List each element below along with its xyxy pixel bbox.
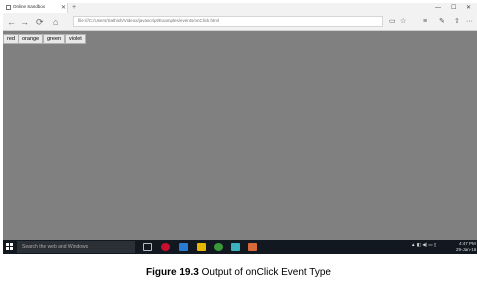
hub-icon[interactable]: ≡	[423, 17, 427, 27]
app-icon[interactable]	[248, 243, 257, 251]
window-close-button[interactable]: ✕	[466, 3, 471, 13]
search-placeholder: Search the web and Windows	[22, 244, 89, 250]
page-content: red orange green violet	[3, 31, 477, 240]
figure-label: Figure 19.3	[146, 267, 199, 278]
tab-online-sandbox[interactable]: Online Sandbox ✕	[3, 3, 68, 13]
home-icon[interactable]: ⌂	[53, 16, 58, 28]
edge-browser-icon[interactable]	[179, 243, 188, 251]
tray-time[interactable]: 4:47 PM	[459, 241, 476, 246]
page-icon	[6, 5, 11, 10]
back-arrow-icon[interactable]: ←	[7, 16, 16, 28]
figure-caption-text: Output of onClick Event Type	[198, 267, 331, 278]
taskbar-search-box[interactable]: Search the web and Windows	[17, 241, 135, 253]
address-bar[interactable]: file:///C:/Users/Sathish/Videos/javascri…	[73, 16, 383, 27]
more-icon[interactable]: ···	[466, 17, 473, 27]
system-tray-icons[interactable]: ▲ ◧ ◀) ▭ ▯	[411, 242, 436, 248]
share-icon[interactable]: ⇧	[454, 17, 460, 27]
favorite-star-icon[interactable]: ☆	[400, 17, 406, 27]
tab-title: Online Sandbox	[13, 4, 46, 9]
green-button[interactable]: green	[43, 34, 66, 44]
address-url: file:///C:/Users/Sathish/Videos/javascri…	[78, 18, 219, 23]
web-note-icon[interactable]: ✎	[439, 17, 445, 27]
minimize-button[interactable]: —	[435, 3, 441, 13]
maximize-button[interactable]: ☐	[451, 3, 456, 13]
figure-caption: Figure 19.3 Output of onClick Event Type	[0, 267, 477, 278]
close-icon[interactable]: ✕	[61, 3, 66, 13]
task-view-icon[interactable]	[143, 243, 152, 251]
opera-browser-icon[interactable]	[161, 243, 170, 251]
navigation-bar: ← → ⟳ ⌂ file:///C:/Users/Sathish/Videos/…	[3, 13, 477, 31]
windows-taskbar: Search the web and Windows ▲ ◧ ◀) ▭ ▯ 4:…	[3, 240, 477, 254]
red-button[interactable]: red	[3, 34, 19, 44]
forward-arrow-icon[interactable]: →	[20, 16, 29, 28]
windows-start-icon[interactable]	[6, 243, 14, 251]
orange-button[interactable]: orange	[18, 34, 44, 44]
refresh-icon[interactable]: ⟳	[36, 16, 44, 28]
new-tab-button[interactable]: +	[72, 3, 76, 13]
tray-date[interactable]: 29-Jan-16	[456, 247, 476, 252]
store-icon[interactable]	[231, 243, 240, 251]
file-explorer-icon[interactable]	[197, 243, 206, 251]
reading-view-icon[interactable]: ▭	[389, 17, 396, 27]
title-bar: Online Sandbox ✕ + — ☐ ✕	[3, 3, 477, 13]
violet-button[interactable]: violet	[65, 34, 86, 44]
browser-window: Online Sandbox ✕ + — ☐ ✕ ← → ⟳ ⌂ file://…	[3, 3, 477, 254]
chrome-browser-icon[interactable]	[214, 243, 223, 251]
